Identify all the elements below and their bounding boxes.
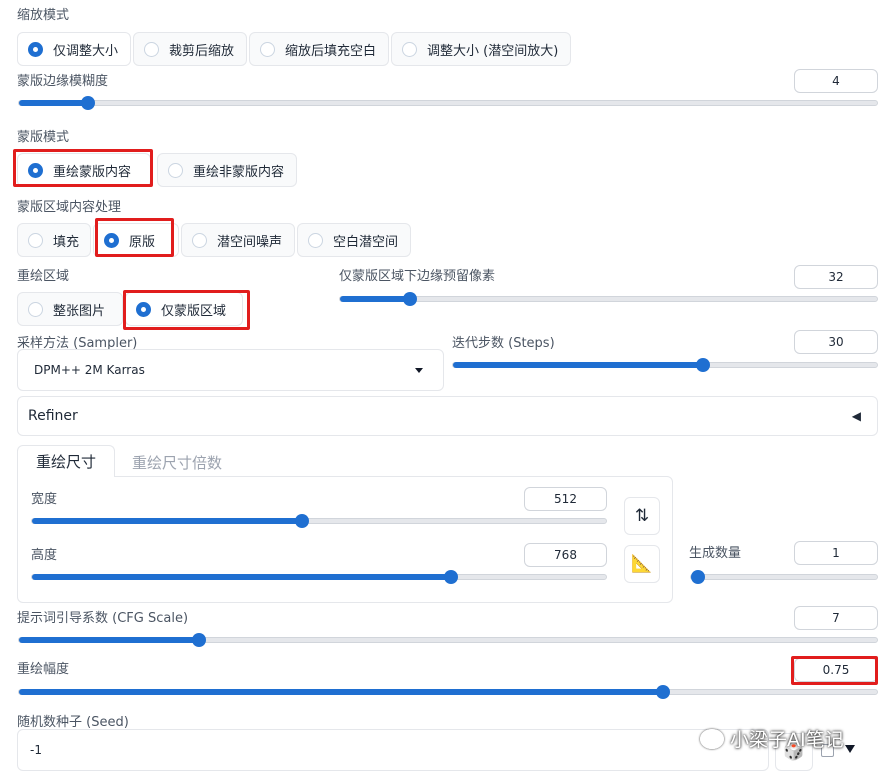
option-label: 整张图片 [53,303,106,319]
denoising-slider[interactable] [18,685,878,699]
chevron-down-icon [415,367,423,373]
watermark: 小梁子AI笔记 [700,725,844,752]
slider-thumb[interactable] [691,570,705,584]
refiner-title: Refiner [28,408,78,424]
only-masked-padding-input[interactable]: 32 [794,265,878,289]
slider-thumb[interactable] [80,96,95,110]
masked-content-label: 蒙版区域内容处理 [17,200,122,215]
steps-label: 迭代步数 (Steps) [452,336,555,351]
option-label: 重绘非蒙版内容 [193,164,285,180]
highlight-box [95,218,174,257]
steps-input[interactable]: 30 [794,330,878,354]
inpaint-area-option-0[interactable]: 整张图片 [17,292,123,326]
option-label: 裁剪后缩放 [169,43,235,59]
sampler-value: DPM++ 2M Karras [34,363,145,377]
height-label: 高度 [31,548,58,563]
masked-content-option-2[interactable]: 潜空间噪声 [181,223,296,257]
masked-content-option-0[interactable]: 填充 [17,223,91,257]
refiner-accordion[interactable]: Refiner ◀ [17,396,878,436]
option-label: 缩放后填充空白 [285,43,377,59]
cfg-scale-label: 提示词引导系数 (CFG Scale) [17,611,189,626]
slider-thumb[interactable] [696,358,711,372]
radio-icon [192,232,207,248]
steps-slider[interactable] [452,358,878,372]
sampler-dropdown[interactable]: DPM++ 2M Karras [17,349,444,391]
radio-icon [28,301,43,317]
slider-thumb[interactable] [402,292,417,306]
swap-dimensions-button[interactable]: ⇅ [624,497,660,535]
collapse-arrow-icon[interactable]: ◀ [852,409,861,423]
slider-thumb[interactable] [192,633,207,647]
radio-icon [402,41,418,57]
resize-mode-option-0[interactable]: 仅调整大小 [17,32,132,66]
resize-mode-label: 缩放模式 [17,8,70,23]
resize-mode-option-3[interactable]: 调整大小 (潜空间放大) [391,32,572,66]
width-label: 宽度 [31,492,58,507]
width-input[interactable]: 512 [524,487,607,511]
width-slider[interactable] [31,514,607,528]
resize-mode-option-1[interactable]: 裁剪后缩放 [133,32,248,66]
highlight-box [13,149,153,187]
swap-arrows-icon: ⇅ [634,506,650,526]
dropdown-arrow-icon[interactable] [845,745,855,753]
aspect-ratio-button[interactable]: 📐 [624,545,660,583]
batch-count-slider[interactable] [690,570,878,584]
mask-mode-option-1[interactable]: 重绘非蒙版内容 [157,153,298,187]
highlight-box [791,656,878,685]
denoising-label: 重绘幅度 [17,662,70,677]
triangle-ruler-icon: 📐 [631,554,653,574]
slider-thumb[interactable] [294,514,309,528]
only-masked-padding-label: 仅蒙版区域下边缘预留像素 [339,269,496,284]
radio-icon [28,232,43,248]
height-input[interactable]: 768 [524,543,607,567]
radio-icon [168,162,183,178]
wechat-icon [700,728,724,749]
slider-thumb[interactable] [655,685,670,699]
seed-input[interactable]: -1 [17,729,769,771]
batch-count-label: 生成数量 [689,546,742,561]
only-masked-padding-slider[interactable] [339,292,878,306]
cfg-scale-input[interactable]: 7 [794,606,878,630]
radio-icon [260,41,276,57]
mask-blur-slider[interactable] [18,96,878,110]
masked-content-group: 填充 原版 潜空间噪声 空白潜空间 [17,223,413,257]
option-label: 潜空间噪声 [217,234,283,250]
watermark-text: 小梁子AI笔记 [730,729,844,751]
tab-resize-to[interactable]: 重绘尺寸 [17,445,115,477]
mask-blur-input[interactable]: 4 [794,69,878,93]
option-label: 空白潜空间 [333,234,399,250]
radio-icon [308,232,324,248]
resize-mode-group: 仅调整大小 裁剪后缩放 缩放后填充空白 调整大小 (潜空间放大) [17,32,573,66]
option-label: 仅调整大小 [53,43,119,59]
radio-icon [144,41,160,57]
seed-label: 随机数种子 (Seed) [17,715,129,730]
radio-selected-icon [28,41,43,57]
batch-count-input[interactable]: 1 [794,541,878,565]
mask-blur-label: 蒙版边缘模糊度 [17,74,109,89]
tab-resize-by[interactable]: 重绘尺寸倍数 [132,452,222,473]
masked-content-option-3[interactable]: 空白潜空间 [297,223,412,257]
cfg-scale-slider[interactable] [18,633,878,647]
mask-mode-label: 蒙版模式 [17,130,70,145]
resize-mode-option-2[interactable]: 缩放后填充空白 [249,32,390,66]
slider-thumb[interactable] [444,570,459,584]
option-label: 调整大小 (潜空间放大) [427,43,559,59]
option-label: 填充 [53,234,80,250]
inpaint-area-label: 重绘区域 [17,269,70,284]
height-slider[interactable] [31,570,607,584]
highlight-box [123,290,250,330]
